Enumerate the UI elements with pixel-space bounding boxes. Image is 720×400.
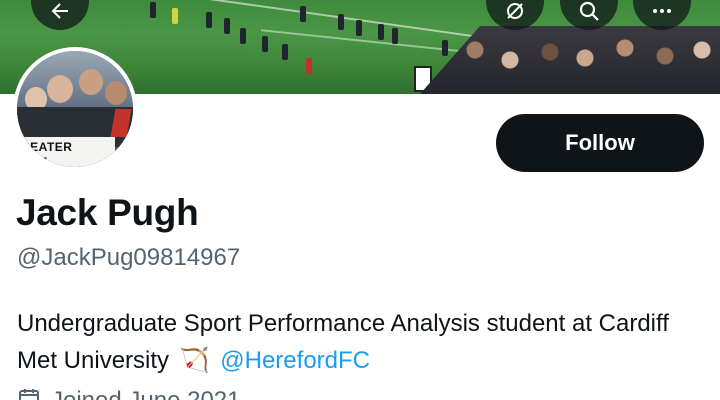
arrow-left-icon (48, 0, 72, 28)
joined-date: Joined June 2021 (51, 387, 241, 400)
avatar-person (105, 81, 127, 105)
more-icon (650, 0, 674, 28)
user-handle: @JackPug09814967 (17, 244, 241, 271)
bow-and-arrow-icon: 🏹 (179, 346, 210, 374)
avatar-person (47, 75, 73, 103)
follow-button[interactable]: Follow (496, 114, 704, 172)
crowd (420, 26, 720, 94)
bio-mention-link[interactable]: @HerefordFC (220, 347, 370, 374)
avatar[interactable]: REATER ANT (13, 47, 137, 171)
search-icon (577, 0, 601, 28)
avatar-person (79, 69, 103, 95)
profile-bio: Undergraduate Sport Performance Analysis… (17, 306, 707, 379)
profile-page: REATER ANT Follow Jack Pugh @JackPug0981… (0, 0, 720, 400)
calendar-icon (17, 386, 41, 400)
avatar-banner-text: REATER ANT (17, 137, 115, 167)
display-name: Jack Pugh (16, 192, 199, 233)
grok-icon (503, 0, 527, 28)
joined-date-row: Joined June 2021 (17, 386, 241, 400)
